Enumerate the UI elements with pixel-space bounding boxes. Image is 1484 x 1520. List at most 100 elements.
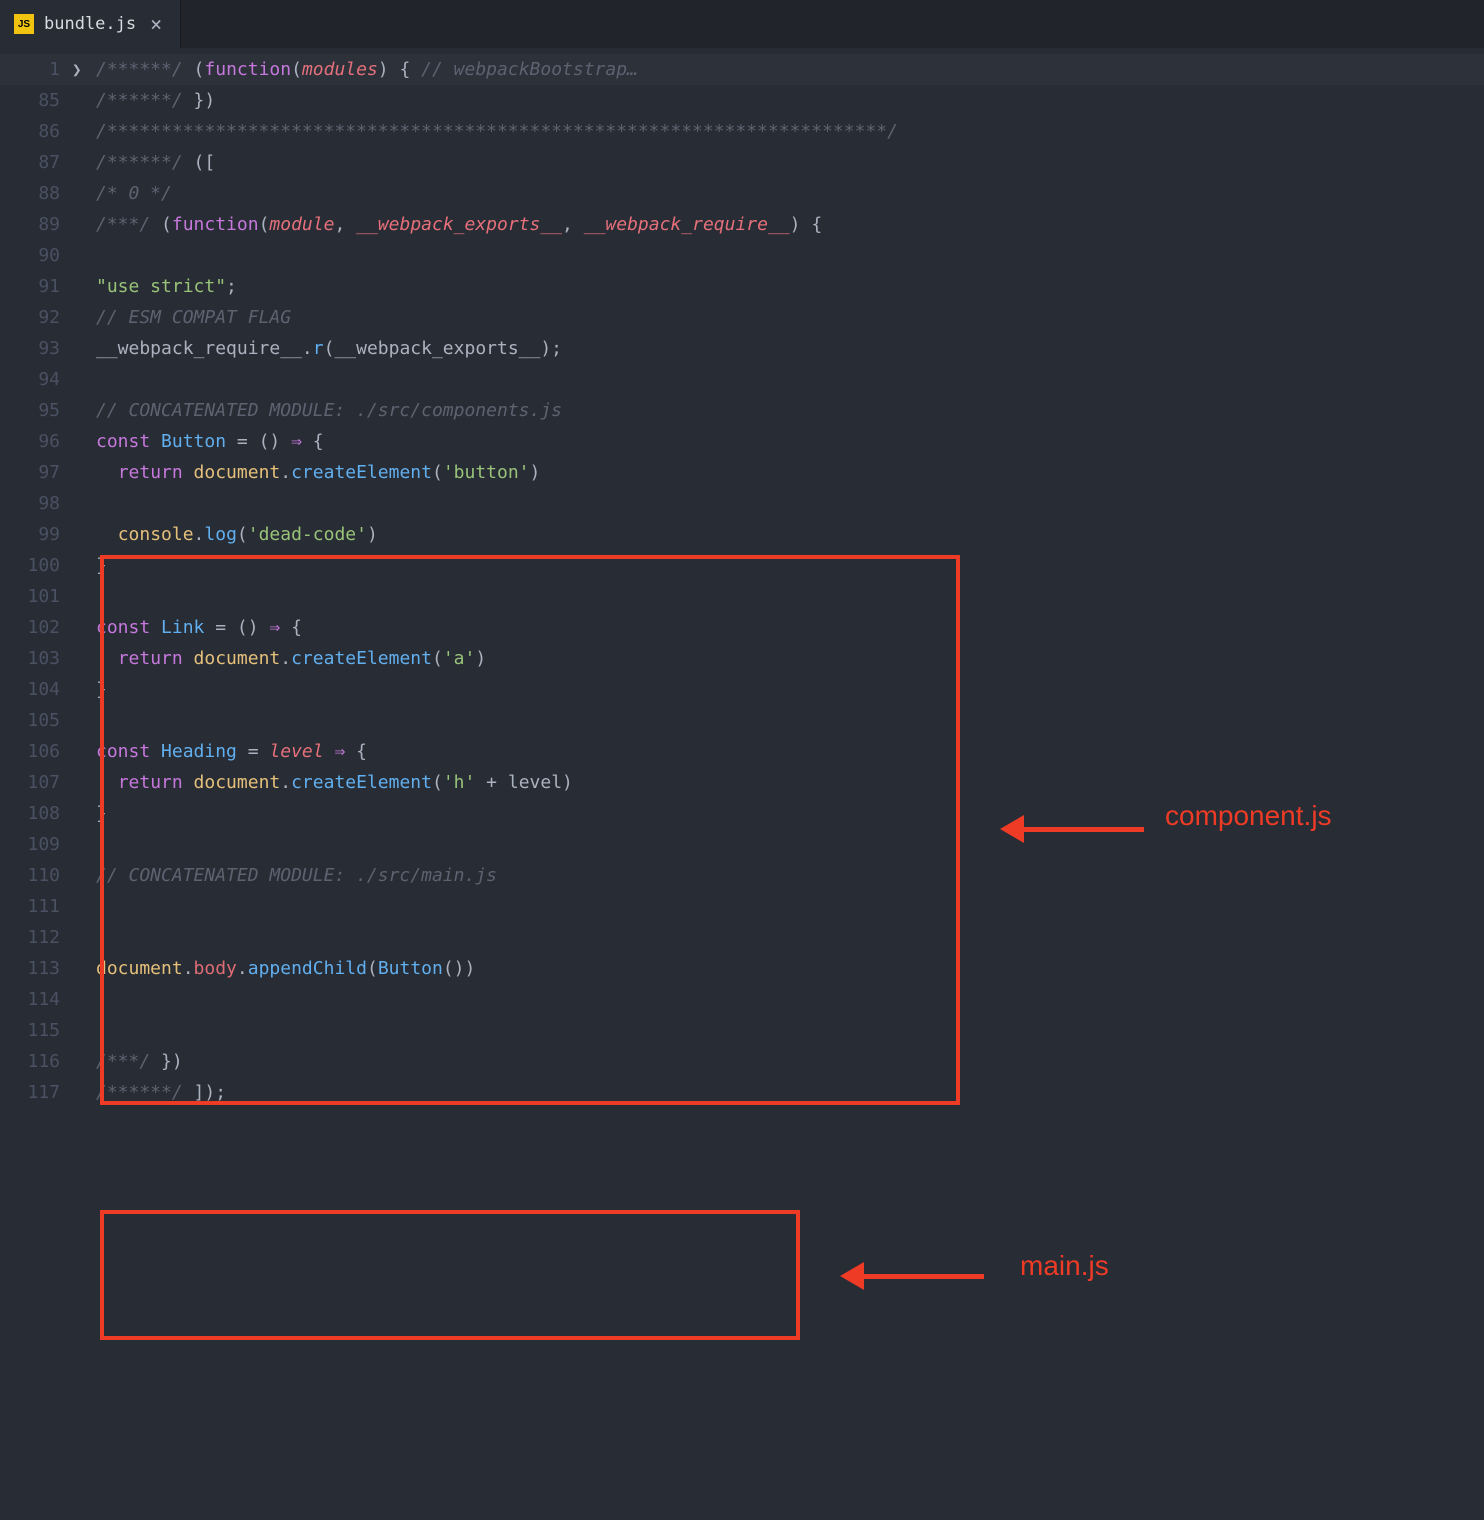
line-number[interactable]: 109 (0, 834, 72, 855)
code-content[interactable]: console.log('dead-code') (96, 524, 1484, 545)
code-line[interactable]: 109 (0, 829, 1484, 860)
tab-bar: JS bundle.js × (0, 0, 1484, 48)
code-line[interactable]: 116 /***/ }) (0, 1046, 1484, 1077)
code-line[interactable]: 102 const Link = () ⇒ { (0, 612, 1484, 643)
line-number[interactable]: 1 (0, 59, 72, 80)
close-icon[interactable]: × (146, 12, 166, 36)
code-content[interactable]: /******/ ]); (96, 1082, 1484, 1103)
code-line[interactable]: 97 return document.createElement('button… (0, 457, 1484, 488)
code-content[interactable]: const Heading = level ⇒ { (96, 741, 1484, 762)
line-number[interactable]: 91 (0, 276, 72, 297)
line-number[interactable]: 111 (0, 896, 72, 917)
annotation-box-main (100, 1210, 800, 1340)
annotation-arrow-main (840, 1262, 984, 1290)
code-content[interactable]: /* 0 */ (96, 183, 1484, 204)
line-number[interactable]: 105 (0, 710, 72, 731)
code-line[interactable]: 93 __webpack_require__.r(__webpack_export… (0, 333, 1484, 364)
code-content[interactable]: /***************************************… (96, 121, 1484, 142)
code-line[interactable]: 101 (0, 581, 1484, 612)
code-content[interactable]: /***/ (function(module, __webpack_export… (96, 214, 1484, 235)
code-content[interactable]: document.body.appendChild(Button()) (96, 958, 1484, 979)
annotation-label-main: main.js (1020, 1250, 1109, 1282)
line-number[interactable]: 117 (0, 1082, 72, 1103)
line-number[interactable]: 94 (0, 369, 72, 390)
code-line[interactable]: 103 return document.createElement('a') (0, 643, 1484, 674)
code-line[interactable]: 1❯/******/ (function(modules) { // webpa… (0, 54, 1484, 85)
code-line[interactable]: 106 const Heading = level ⇒ { (0, 736, 1484, 767)
code-content[interactable]: /***/ }) (96, 1051, 1484, 1072)
code-content[interactable]: } (96, 555, 1484, 576)
code-content[interactable]: return document.createElement('button') (96, 462, 1484, 483)
line-number[interactable]: 96 (0, 431, 72, 452)
code-content[interactable]: return document.createElement('a') (96, 648, 1484, 669)
code-line[interactable]: 86 /*************************************… (0, 116, 1484, 147)
line-number[interactable]: 108 (0, 803, 72, 824)
line-number[interactable]: 85 (0, 90, 72, 111)
code-line[interactable]: 100} (0, 550, 1484, 581)
code-content[interactable]: "use strict"; (96, 276, 1484, 297)
line-number[interactable]: 95 (0, 400, 72, 421)
code-content[interactable]: /******/ (function(modules) { // webpack… (96, 59, 1484, 80)
line-number[interactable]: 86 (0, 121, 72, 142)
line-number[interactable]: 88 (0, 183, 72, 204)
code-editor[interactable]: 1❯/******/ (function(modules) { // webpa… (0, 48, 1484, 1108)
line-number[interactable]: 92 (0, 307, 72, 328)
line-number[interactable]: 110 (0, 865, 72, 886)
line-number[interactable]: 97 (0, 462, 72, 483)
code-line[interactable]: 113 document.body.appendChild(Button()) (0, 953, 1484, 984)
line-number[interactable]: 102 (0, 617, 72, 638)
code-line[interactable]: 99 console.log('dead-code') (0, 519, 1484, 550)
tab-filename: bundle.js (44, 14, 136, 34)
code-line[interactable]: 92 // ESM COMPAT FLAG (0, 302, 1484, 333)
code-content[interactable]: const Link = () ⇒ { (96, 617, 1484, 638)
code-line[interactable]: 89 /***/ (function(module, __webpack_expo… (0, 209, 1484, 240)
code-content[interactable]: /******/ ([ (96, 152, 1484, 173)
line-number[interactable]: 87 (0, 152, 72, 173)
annotation-label-component: component.js (1165, 800, 1332, 832)
code-line[interactable]: 88 /* 0 */ (0, 178, 1484, 209)
line-number[interactable]: 107 (0, 772, 72, 793)
code-line[interactable]: 96 const Button = () ⇒ { (0, 426, 1484, 457)
line-number[interactable]: 101 (0, 586, 72, 607)
code-line[interactable]: 111 (0, 891, 1484, 922)
code-line[interactable]: 95 // CONCATENATED MODULE: ./src/componen… (0, 395, 1484, 426)
code-content[interactable]: __webpack_require__.r(__webpack_exports_… (96, 338, 1484, 359)
code-content[interactable]: } (96, 679, 1484, 700)
line-number[interactable]: 93 (0, 338, 72, 359)
line-number[interactable]: 90 (0, 245, 72, 266)
line-number[interactable]: 99 (0, 524, 72, 545)
fold-toggle-icon[interactable]: ❯ (72, 60, 96, 79)
line-number[interactable]: 113 (0, 958, 72, 979)
line-number[interactable]: 104 (0, 679, 72, 700)
code-content[interactable]: // ESM COMPAT FLAG (96, 307, 1484, 328)
code-line[interactable]: 98 (0, 488, 1484, 519)
code-line[interactable]: 112 (0, 922, 1484, 953)
line-number[interactable]: 100 (0, 555, 72, 576)
code-content[interactable]: const Button = () ⇒ { (96, 431, 1484, 452)
code-content[interactable]: /******/ }) (96, 90, 1484, 111)
code-line[interactable]: 105 (0, 705, 1484, 736)
code-line[interactable]: 90 (0, 240, 1484, 271)
tab-bundle-js[interactable]: JS bundle.js × (0, 0, 181, 48)
line-number[interactable]: 115 (0, 1020, 72, 1041)
line-number[interactable]: 103 (0, 648, 72, 669)
code-line[interactable]: 104} (0, 674, 1484, 705)
code-line[interactable]: 87 /******/ ([ (0, 147, 1484, 178)
code-line[interactable]: 110 // CONCATENATED MODULE: ./src/main.js (0, 860, 1484, 891)
line-number[interactable]: 106 (0, 741, 72, 762)
code-line[interactable]: 107 return document.createElement('h' + … (0, 767, 1484, 798)
code-content[interactable]: return document.createElement('h' + leve… (96, 772, 1484, 793)
code-content[interactable]: // CONCATENATED MODULE: ./src/components… (96, 400, 1484, 421)
code-line[interactable]: 91 "use strict"; (0, 271, 1484, 302)
line-number[interactable]: 112 (0, 927, 72, 948)
code-line[interactable]: 94 (0, 364, 1484, 395)
line-number[interactable]: 116 (0, 1051, 72, 1072)
code-line[interactable]: 85 /******/ }) (0, 85, 1484, 116)
code-line[interactable]: 114 (0, 984, 1484, 1015)
line-number[interactable]: 89 (0, 214, 72, 235)
line-number[interactable]: 98 (0, 493, 72, 514)
code-line[interactable]: 117 /******/ ]); (0, 1077, 1484, 1108)
code-content[interactable]: // CONCATENATED MODULE: ./src/main.js (96, 865, 1484, 886)
line-number[interactable]: 114 (0, 989, 72, 1010)
code-line[interactable]: 115 (0, 1015, 1484, 1046)
